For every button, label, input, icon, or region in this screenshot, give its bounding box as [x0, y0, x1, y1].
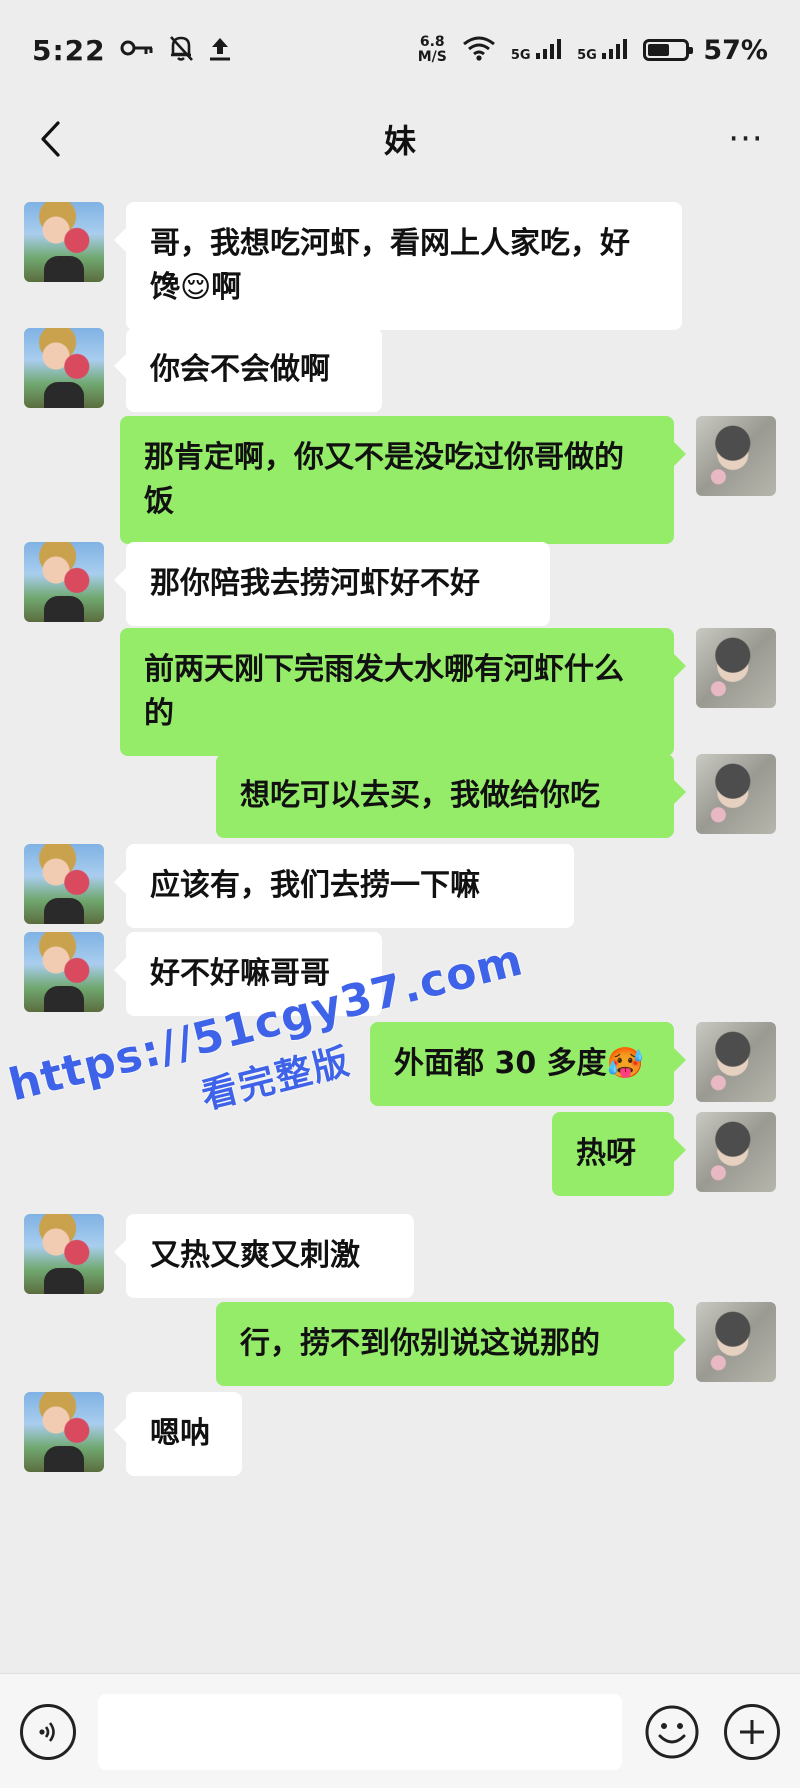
my-avatar[interactable] — [696, 416, 776, 496]
contact-avatar[interactable] — [24, 932, 104, 1012]
sent-message-bubble[interactable]: 前两天刚下完雨发大水哪有河虾什么的 — [120, 628, 686, 756]
received-message-bubble[interactable]: 你会不会做啊 — [114, 328, 382, 412]
signal-strength-2: 5G — [577, 37, 629, 63]
key-icon — [120, 38, 154, 62]
chat-message-list[interactable]: 哥，我想吃河虾，看网上人家吃，好馋😌啊 你会不会做啊 那肯定啊，你又不是没吃过你哥做… — [0, 178, 800, 1673]
network-speed-unit: M/S — [417, 49, 447, 65]
contact-avatar[interactable] — [24, 328, 104, 408]
battery-icon — [643, 39, 694, 61]
my-avatar[interactable] — [696, 1302, 776, 1382]
upload-icon — [208, 35, 232, 65]
contact-avatar[interactable] — [24, 1392, 104, 1472]
received-message-bubble[interactable]: 哥，我想吃河虾，看网上人家吃，好馋😌啊 — [114, 202, 682, 330]
contact-avatar[interactable] — [24, 542, 104, 622]
more-actions-button[interactable] — [724, 1704, 780, 1760]
battery-percent: 57% — [703, 34, 768, 66]
sent-message-bubble[interactable]: 行，捞不到你别说这说那的 — [216, 1302, 686, 1386]
sent-message-bubble[interactable]: 那肯定啊，你又不是没吃过你哥做的饭 — [120, 416, 686, 544]
received-message-bubble[interactable]: 好不好嘛哥哥 — [114, 932, 382, 1016]
chat-title: 妹 — [383, 122, 416, 160]
plus-icon — [740, 1720, 764, 1744]
emoji-button[interactable] — [644, 1704, 700, 1760]
received-message-bubble[interactable]: 应该有，我们去捞一下嘛 — [114, 844, 574, 928]
signal-bars-2-icon — [602, 39, 628, 59]
received-message-bubble[interactable]: 那你陪我去捞河虾好不好 — [114, 542, 550, 626]
signal-2-label: 5G — [577, 48, 597, 63]
status-right: 6.8 M/S 5G 5G 57% — [418, 34, 768, 66]
sent-message-bubble[interactable]: 外面都 30 多度🥵 — [370, 1022, 686, 1106]
wifi-icon — [461, 34, 497, 66]
network-speed-value: 6.8 — [419, 34, 445, 50]
sent-message-bubble[interactable]: 热呀 — [552, 1112, 686, 1196]
sent-message-bubble[interactable]: 想吃可以去买，我做给你吃 — [216, 754, 686, 838]
signal-bars-1-icon — [536, 39, 562, 59]
signal-strength-1: 5G — [511, 37, 563, 63]
smiley-icon — [645, 1705, 699, 1759]
contact-avatar[interactable] — [24, 1214, 104, 1294]
contact-avatar[interactable] — [24, 844, 104, 924]
back-button[interactable] — [26, 114, 76, 164]
status-left: 5:22 — [32, 34, 232, 67]
chevron-left-icon — [41, 121, 60, 157]
bell-muted-icon — [168, 34, 194, 66]
status-time: 5:22 — [32, 33, 106, 67]
my-avatar[interactable] — [696, 754, 776, 834]
my-avatar[interactable] — [696, 628, 776, 708]
input-bar — [0, 1673, 800, 1788]
battery-level-fill — [648, 44, 670, 56]
voice-input-button[interactable] — [20, 1704, 76, 1760]
nav-bar: 妹 ··· — [0, 100, 800, 178]
my-avatar[interactable] — [696, 1022, 776, 1102]
contact-avatar[interactable] — [24, 202, 104, 282]
my-avatar[interactable] — [696, 1112, 776, 1192]
status-bar: 5:22 6.8 M/S 5G 5G 57% — [0, 0, 800, 100]
received-message-bubble[interactable]: 又热又爽又刺激 — [114, 1214, 414, 1298]
more-options-button[interactable]: ··· — [718, 114, 774, 164]
signal-1-label: 5G — [510, 48, 531, 63]
received-message-bubble[interactable]: 嗯呐 — [114, 1392, 242, 1476]
voice-icon — [39, 1722, 55, 1742]
message-input[interactable] — [98, 1694, 622, 1770]
network-speed: 6.8 M/S — [418, 35, 447, 65]
